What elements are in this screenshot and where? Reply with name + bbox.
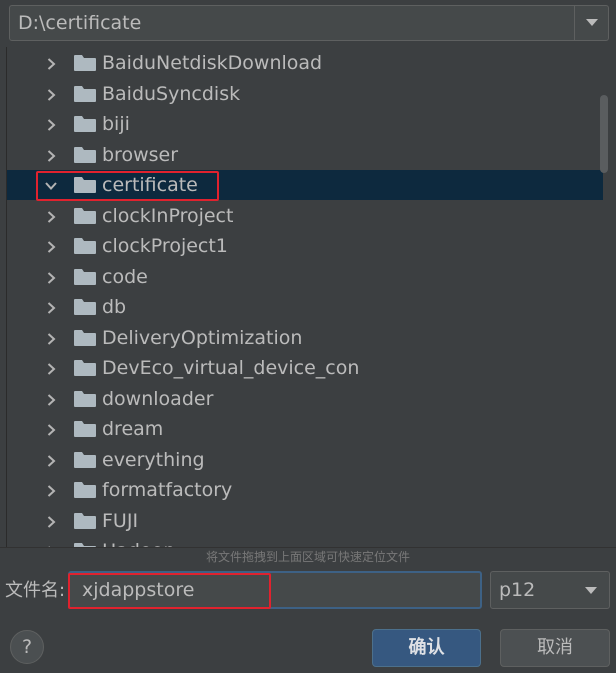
chevron-down-icon bbox=[585, 587, 597, 594]
tree-item[interactable]: DeliveryOptimization bbox=[7, 323, 603, 353]
tree-item-label: biji bbox=[102, 113, 130, 135]
folder-icon bbox=[74, 482, 96, 498]
chevron-right-icon[interactable] bbox=[44, 454, 58, 468]
tree-item[interactable]: dream bbox=[7, 414, 603, 444]
chevron-right-icon[interactable] bbox=[44, 515, 58, 529]
tree-item-label: clockProject1 bbox=[102, 235, 228, 257]
folder-icon bbox=[74, 238, 96, 254]
folder-icon bbox=[74, 360, 96, 376]
cancel-button[interactable]: 取消 bbox=[500, 629, 610, 667]
folder-tree[interactable]: Hadoop FUJI formatfactory everything dream do… bbox=[6, 47, 610, 547]
filename-label: 文件名: bbox=[5, 580, 66, 601]
tree-item[interactable]: clockInProject bbox=[7, 201, 603, 231]
folder-icon bbox=[74, 299, 96, 315]
tree-scrollbar[interactable] bbox=[600, 95, 608, 173]
folder-icon bbox=[74, 85, 96, 102]
tree-item-label: BaiduNetdiskDownload bbox=[102, 52, 323, 74]
tree-item[interactable]: BaiduNetdiskDownload bbox=[7, 48, 603, 78]
path-dropdown-button[interactable] bbox=[574, 6, 608, 40]
chevron-right-icon[interactable] bbox=[44, 57, 58, 71]
tree-item[interactable]: code bbox=[7, 262, 603, 292]
tree-item[interactable]: Hadoop bbox=[7, 536, 603, 547]
folder-icon bbox=[74, 329, 96, 346]
extension-combo[interactable]: p12 bbox=[490, 571, 610, 609]
chevron-right-icon[interactable] bbox=[44, 271, 58, 285]
tree-item[interactable]: biji bbox=[7, 109, 603, 139]
chevron-right-icon[interactable] bbox=[44, 88, 58, 102]
chevron-right-icon[interactable] bbox=[44, 332, 58, 346]
folder-icon bbox=[74, 451, 96, 468]
drag-drop-hint: 将文件拖拽到上面区域可快速定位文件 bbox=[205, 550, 410, 564]
folder-icon bbox=[74, 55, 96, 71]
tree-item-label: clockInProject bbox=[102, 204, 234, 227]
chevron-down-icon[interactable] bbox=[44, 179, 58, 193]
folder-icon bbox=[74, 177, 96, 193]
tree-item[interactable]: FUJI bbox=[7, 506, 603, 536]
tree-item-label: certificate bbox=[102, 174, 198, 196]
tree-item-label: browser bbox=[102, 143, 179, 166]
tree-item[interactable]: browser bbox=[7, 140, 603, 170]
extension-value: p12 bbox=[499, 579, 536, 601]
tree-item-label: DeliveryOptimization bbox=[102, 326, 303, 349]
ok-button[interactable]: 确认 bbox=[372, 629, 481, 667]
tree-item-label: DevEco_virtual_device_con bbox=[102, 357, 360, 379]
folder-icon bbox=[74, 146, 96, 163]
chevron-right-icon[interactable] bbox=[44, 301, 58, 315]
chevron-right-icon[interactable] bbox=[44, 393, 58, 407]
chevron-down-icon bbox=[586, 19, 598, 26]
tree-item-label: formatfactory bbox=[102, 479, 233, 501]
tree-item-label: everything bbox=[102, 448, 205, 471]
folder-icon bbox=[74, 390, 96, 407]
tree-item-label: downloader bbox=[102, 387, 214, 410]
tree-item[interactable]: everything bbox=[7, 445, 603, 475]
tree-item[interactable]: downloader bbox=[7, 384, 603, 414]
path-combo[interactable]: D:\certificate bbox=[9, 5, 609, 41]
chevron-right-icon[interactable] bbox=[44, 423, 58, 437]
chevron-right-icon[interactable] bbox=[44, 118, 58, 132]
tree-item[interactable]: certificate bbox=[7, 170, 603, 201]
tree-item-label: dream bbox=[102, 418, 164, 440]
tree-item[interactable]: clockProject1 bbox=[7, 231, 603, 261]
chevron-right-icon[interactable] bbox=[44, 210, 58, 224]
tree-item-label: code bbox=[102, 265, 148, 288]
tree-item-label: FUJI bbox=[102, 509, 139, 532]
folder-icon bbox=[74, 268, 96, 285]
folder-icon bbox=[74, 421, 96, 437]
tree-item-label: Hadoop bbox=[102, 536, 175, 547]
filename-input[interactable] bbox=[68, 571, 482, 609]
chevron-right-icon[interactable] bbox=[44, 149, 58, 163]
chevron-right-icon[interactable] bbox=[44, 240, 58, 254]
help-button[interactable]: ? bbox=[10, 630, 44, 664]
tree-item[interactable]: DevEco_virtual_device_con bbox=[7, 353, 603, 383]
tree-item-label: db bbox=[102, 296, 127, 318]
tree-item[interactable]: formatfactory bbox=[7, 475, 603, 505]
tree-item[interactable]: BaiduSyncdisk bbox=[7, 79, 603, 109]
folder-icon bbox=[74, 512, 96, 529]
tree-item-label: BaiduSyncdisk bbox=[102, 82, 241, 105]
folder-icon bbox=[74, 116, 96, 132]
file-chooser-dialog: D:\certificate Hadoop FUJI formatfactory ev… bbox=[0, 0, 616, 673]
folder-icon bbox=[74, 207, 96, 224]
tree-item[interactable]: db bbox=[7, 292, 603, 322]
path-combo-value: D:\certificate bbox=[18, 12, 142, 34]
chevron-right-icon[interactable] bbox=[44, 484, 58, 498]
chevron-right-icon[interactable] bbox=[44, 362, 58, 376]
